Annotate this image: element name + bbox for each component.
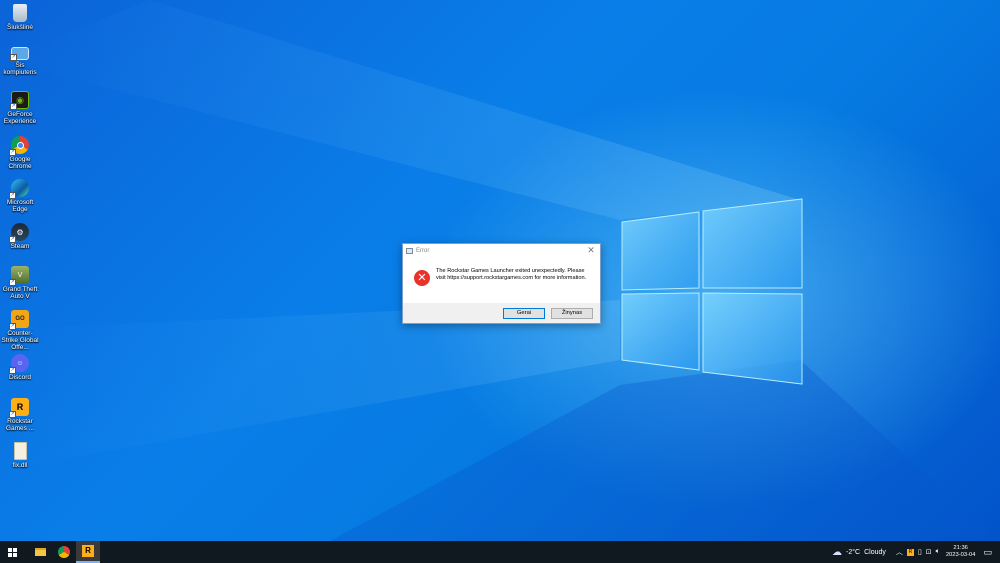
desktop-icon-this-pc[interactable]: ↗ Šis kompiuteris [2,47,38,76]
csgo-icon: GO ↗ [9,310,29,330]
dialog-titlebar[interactable]: Error [403,244,600,258]
gta-icon: V ↗ [9,266,29,286]
desktop-icon-geforce[interactable]: ◉ ↗ GeForce Experience [2,91,38,125]
dialog-button-bar: Gerai Žinynas [403,303,600,323]
taskbar: R ☁ -2°C Cloudy ︿ R ▯ ⊡ 🔈︎ 21:36 2023-03… [0,541,1000,563]
rockstar-tray-icon[interactable]: R [906,548,914,556]
desktop-icon-recycle-bin[interactable]: Šiukšlinė [2,4,38,31]
discord-icon: ☺ ↗ [9,354,29,374]
battery-icon[interactable]: ▯ [918,548,922,556]
taskbar-file-explorer[interactable] [28,541,52,563]
edge-icon: ↗ [9,179,29,199]
close-icon[interactable]: ✕ [586,245,596,256]
taskbar-chrome[interactable] [52,541,76,563]
clock-time: 21:36 [953,545,968,551]
desktop-icon-rockstar[interactable]: R ↗ Rockstar Games ... [2,398,38,432]
desktop-icon-discord[interactable]: ☺ ↗ Discord [2,354,38,381]
chevron-up-icon[interactable]: ︿ [896,547,903,557]
cloud-icon[interactable]: ☁ [832,547,842,558]
clock-date: 2023-03-04 [945,552,976,558]
chrome-icon: ↗ [9,136,29,156]
steam-icon: ⚙ ↗ [9,223,29,243]
this-pc-icon: ↗ [10,47,29,61]
error-icon: ✕ [414,270,430,286]
notification-icon[interactable]: ▭ [983,547,992,558]
taskbar-rockstar-launcher[interactable]: R [76,541,100,563]
desktop: Šiukšlinė ↗ Šis kompiuteris ◉ ↗ GeForce E… [0,0,1000,541]
desktop-icon-steam[interactable]: ⚙ ↗ Steam [2,223,38,250]
desktop-icon-csgo[interactable]: GO ↗ Counter-Strike Global Offe... [1,310,39,351]
start-button[interactable] [0,541,24,563]
desktop-icon-edge[interactable]: ↗ Microsoft Edge [2,179,38,213]
rockstar-icon: R ↗ [9,398,29,418]
file-icon [13,442,27,460]
system-tray: ☁ -2°C Cloudy ︿ R ▯ ⊡ 🔈︎ 21:36 2023-03-0… [830,541,1000,563]
clock[interactable]: 21:36 2023-03-04 [946,545,976,559]
geforce-icon: ◉ ↗ [10,91,29,110]
folder-icon [34,548,46,556]
desktop-icon-gta[interactable]: V ↗ Grand Theft Auto V [2,266,38,300]
window-app-icon [406,248,413,254]
help-button[interactable]: Žinynas [551,307,593,319]
error-dialog: Error ✕ ✕ The Rockstar Games Launcher ex… [402,243,601,324]
windows-start-icon [7,547,17,557]
rockstar-icon: R [82,545,94,557]
ok-button[interactable]: Gerai [503,307,545,319]
volume-icon[interactable]: 🔈︎ [936,548,940,556]
error-message: The Rockstar Games Launcher exited unexp… [436,268,587,281]
recycle-bin-icon [13,4,27,22]
chrome-icon [58,546,70,558]
weather-text[interactable]: Cloudy [864,549,886,556]
desktop-icon-fix-dll[interactable]: fix.dll [2,442,38,469]
network-icon[interactable]: ⊡ [926,548,932,556]
weather-temp[interactable]: -2°C [846,549,860,556]
desktop-icon-chrome[interactable]: ↗ Google Chrome [2,136,38,170]
dialog-title: Error [416,248,430,254]
